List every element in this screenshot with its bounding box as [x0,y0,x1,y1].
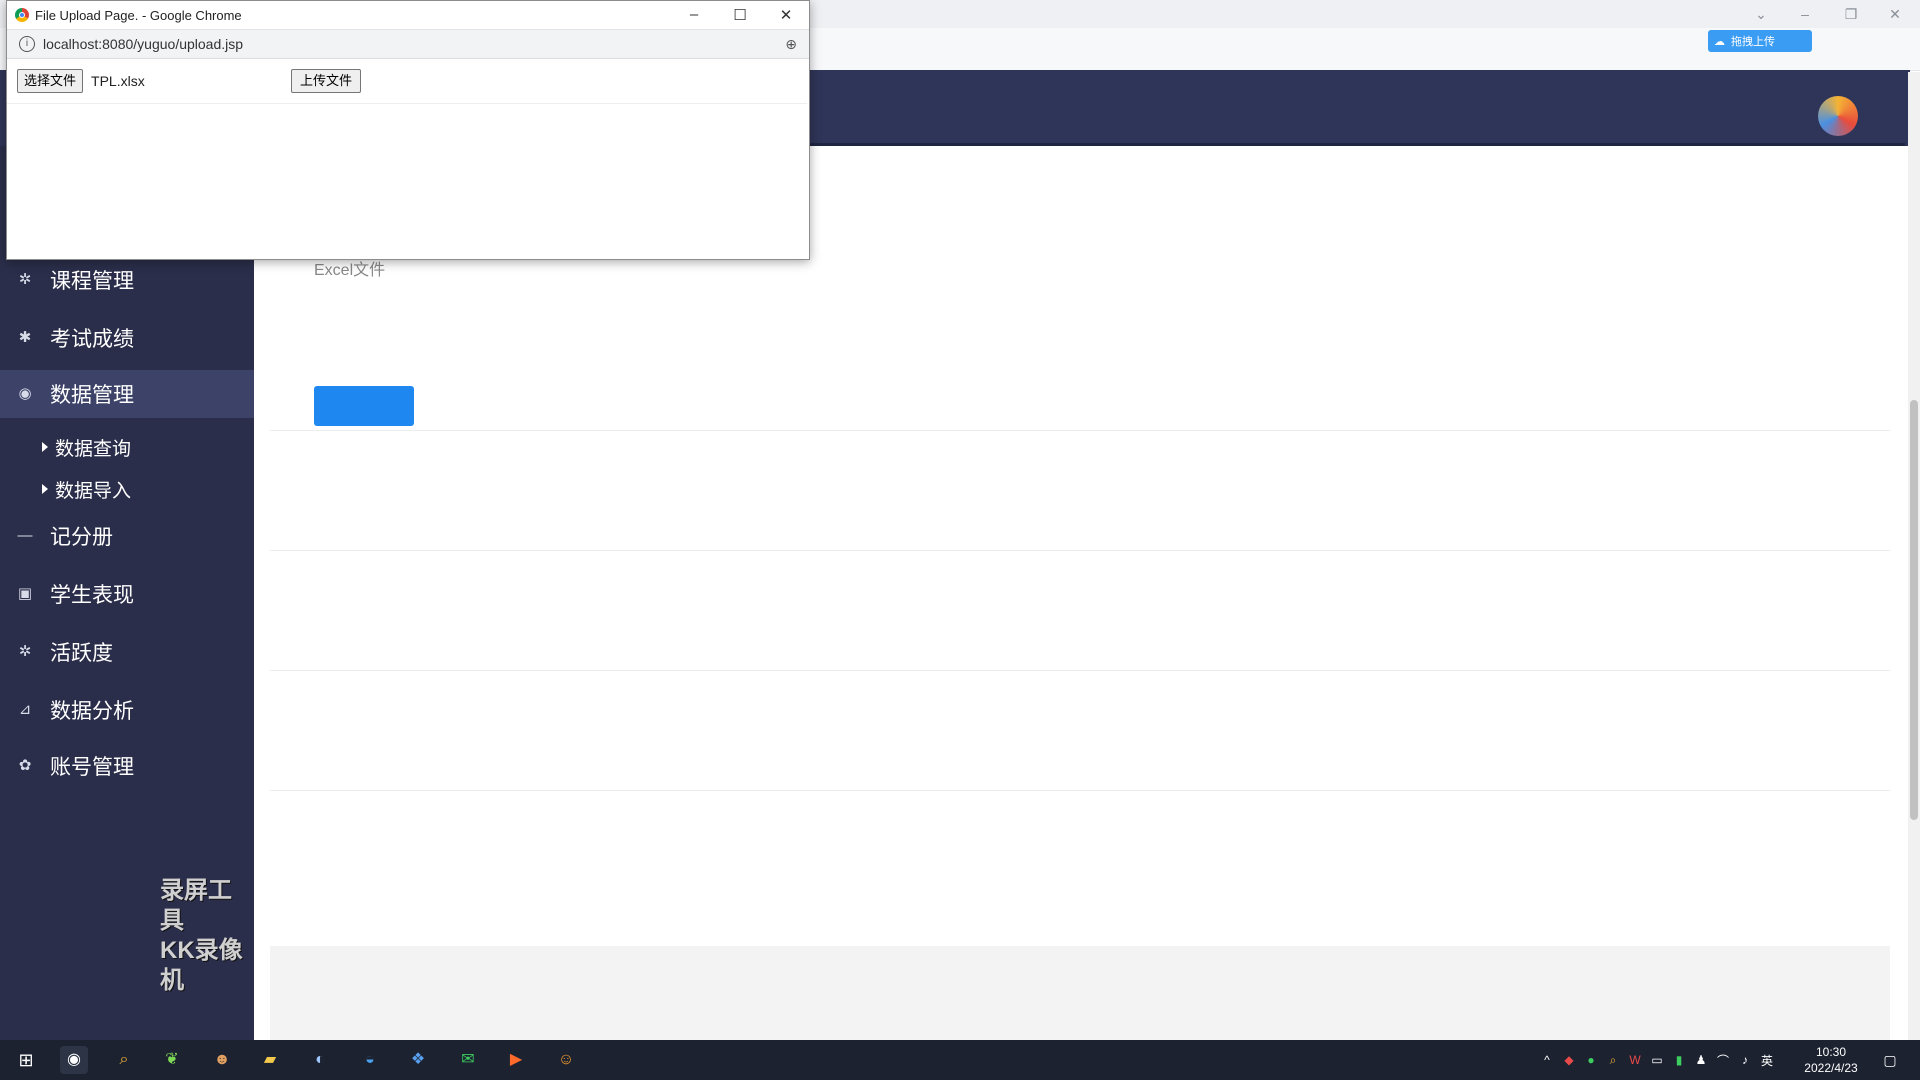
clock-date: 2022/4/23 [1804,1061,1858,1075]
sidebar-item-label: 活跃度 [50,642,113,665]
battery-icon[interactable]: ▮ [1668,1053,1690,1067]
user-avatar[interactable] [1818,96,1858,136]
watermark-line2: KK录像机 [160,937,243,994]
table-row [270,670,1890,671]
upload-form: 选择文件 TPL.xlsx 上传文件 [17,69,362,93]
cloud-icon: ☁ [1714,35,1725,48]
sidebar-item-account[interactable]: ✿ 账号管理 [0,742,254,790]
qq-icon[interactable]: ♟ [1690,1053,1712,1067]
file-upload-popup-window: File Upload Page. - Google Chrome – ☐ ✕ … [6,0,810,260]
volume-icon[interactable]: ♪ [1734,1053,1756,1067]
taskbar: ⊞ ◉ ⌕ ❦ ☻ ▰ ◐ ◒ ❖ ✉ ▶ ☺ ^ ◆ ● ⌕ W ▭ ▮ ♟ … [0,1040,1920,1080]
folder-icon[interactable]: ▰ [256,1046,284,1074]
sunglasses-app-icon[interactable]: ☺ [552,1046,580,1074]
tiger-app-icon[interactable]: ☻ [208,1046,236,1074]
sidebar-item-label: 账号管理 [50,756,134,779]
search-icon[interactable]: ⌕ [110,1046,138,1074]
sidebar-item-label: 课程管理 [50,270,134,293]
scrollbar-thumb[interactable] [1910,400,1918,820]
table-row [270,790,1890,791]
triangle-right-icon [42,442,48,452]
import-button[interactable] [314,386,414,426]
clock-time: 10:30 [1815,1045,1847,1059]
search-tray-icon[interactable]: ⌕ [1602,1053,1624,1068]
sidebar-subitem-label: 数据查询 [55,438,132,460]
minimize-icon[interactable]: – [671,6,717,24]
sidebar-item-label: 数据分析 [50,700,134,723]
sidebar-item-course[interactable]: ✲ 课程管理 [0,256,254,304]
upload-file-button[interactable]: 上传文件 [291,69,362,93]
triangle-right-icon [42,484,48,494]
chart-icon: ⊿ [18,701,32,718]
eclipse-app-icon[interactable]: ◐ [306,1046,334,1074]
taskbar-clock[interactable]: 10:30 2022/4/23 [1796,1044,1866,1076]
star-icon: ✱ [18,329,32,346]
sidebar-item-activity[interactable]: ✲ 活跃度 [0,628,254,676]
recorder-watermark: 录屏工具 KK录像机 [160,876,254,996]
wechat-tray-icon[interactable]: ● [1580,1053,1602,1067]
wechat-icon[interactable]: ✉ [454,1046,482,1074]
pagination-bar [270,946,1890,1040]
recorder-app-icon[interactable]: ▶ [502,1046,530,1074]
watermark-line1: 录屏工具 [160,877,232,934]
notification-icon[interactable]: ▢ [1880,1050,1900,1070]
wifi-icon[interactable]: ⌒ [1712,1052,1734,1069]
windows-start-icon[interactable]: ⊞ [12,1046,40,1074]
security-icon[interactable]: ◆ [1558,1053,1580,1067]
sidebar: ✲ 课程管理 ✱ 考试成绩 ◉ 数据管理 数据查询 数据导入 — 记分册 ▣ 学… [0,146,254,1040]
sidebar-item-label: 数据管理 [50,384,134,407]
cloud-upload-button[interactable]: ☁ 拖拽上传 [1708,30,1812,52]
close-icon[interactable]: ✕ [1884,4,1906,24]
cloud-app-icon[interactable]: ❖ [404,1046,432,1074]
device-icon[interactable]: ▭ [1646,1053,1668,1067]
sidebar-item-label: 记分册 [50,526,113,549]
gear-icon: ✲ [18,271,32,288]
zoom-icon[interactable]: ⊕ [785,36,797,53]
cloud-upload-label: 拖拽上传 [1731,36,1775,48]
restore-icon[interactable]: ❐ [1840,4,1862,24]
sidebar-subitem-query[interactable]: 数据查询 [42,430,131,464]
table-row [270,430,1890,431]
sidebar-item-analysis[interactable]: ⊿ 数据分析 [0,686,254,734]
sidebar-item-gradebook[interactable]: — 记分册 [0,512,254,560]
edge-icon[interactable]: ◒ [356,1046,384,1074]
system-tray: ^ ◆ ● ⌕ W ▭ ▮ ♟ ⌒ ♪ 英 [1536,1040,1778,1080]
chart-icon: ▣ [17,585,33,602]
selected-file-name: TPL.xlsx [91,73,145,89]
sidebar-item-data[interactable]: ◉ 数据管理 [0,370,254,418]
chrome-taskbar-icon[interactable]: ◉ [60,1046,88,1074]
wps-icon[interactable]: W [1624,1053,1646,1067]
popup-body: 选择文件 TPL.xlsx 上传文件 [7,59,809,259]
minus-icon: — [17,527,33,544]
info-icon[interactable]: i [19,36,35,52]
gear-icon: ✲ [18,643,32,660]
gear-icon: ✿ [18,757,32,774]
popup-address-bar: i localhost:8080/yuguo/upload.jsp ⊕ [7,30,809,59]
database-icon: ◉ [18,385,32,402]
leaf-app-icon[interactable]: ❦ [158,1046,186,1074]
popup-divider [7,103,807,104]
chevron-down-icon[interactable]: ⌄ [1750,4,1772,24]
sidebar-item-exam[interactable]: ✱ 考试成绩 [0,314,254,362]
sidebar-subitem-import[interactable]: 数据导入 [42,472,131,506]
chevron-up-icon[interactable]: ^ [1536,1053,1558,1067]
chrome-icon [15,8,29,22]
table-row [270,550,1890,551]
popup-url[interactable]: localhost:8080/yuguo/upload.jsp [43,36,243,52]
popup-window-controls: – ☐ ✕ [671,6,809,24]
sidebar-subitem-label: 数据导入 [55,480,132,502]
close-icon[interactable]: ✕ [763,6,809,24]
minimize-icon[interactable]: – [1794,4,1816,24]
data-table [270,430,1890,930]
sidebar-item-label: 考试成绩 [50,328,134,351]
popup-title: File Upload Page. - Google Chrome [35,7,242,23]
ime-indicator[interactable]: 英 [1756,1052,1778,1069]
popup-titlebar: File Upload Page. - Google Chrome – ☐ ✕ [7,1,809,30]
sidebar-item-performance[interactable]: ▣ 学生表现 [0,570,254,618]
maximize-icon[interactable]: ☐ [717,6,763,24]
sidebar-item-label: 学生表现 [50,584,134,607]
choose-file-button[interactable]: 选择文件 [17,69,84,93]
